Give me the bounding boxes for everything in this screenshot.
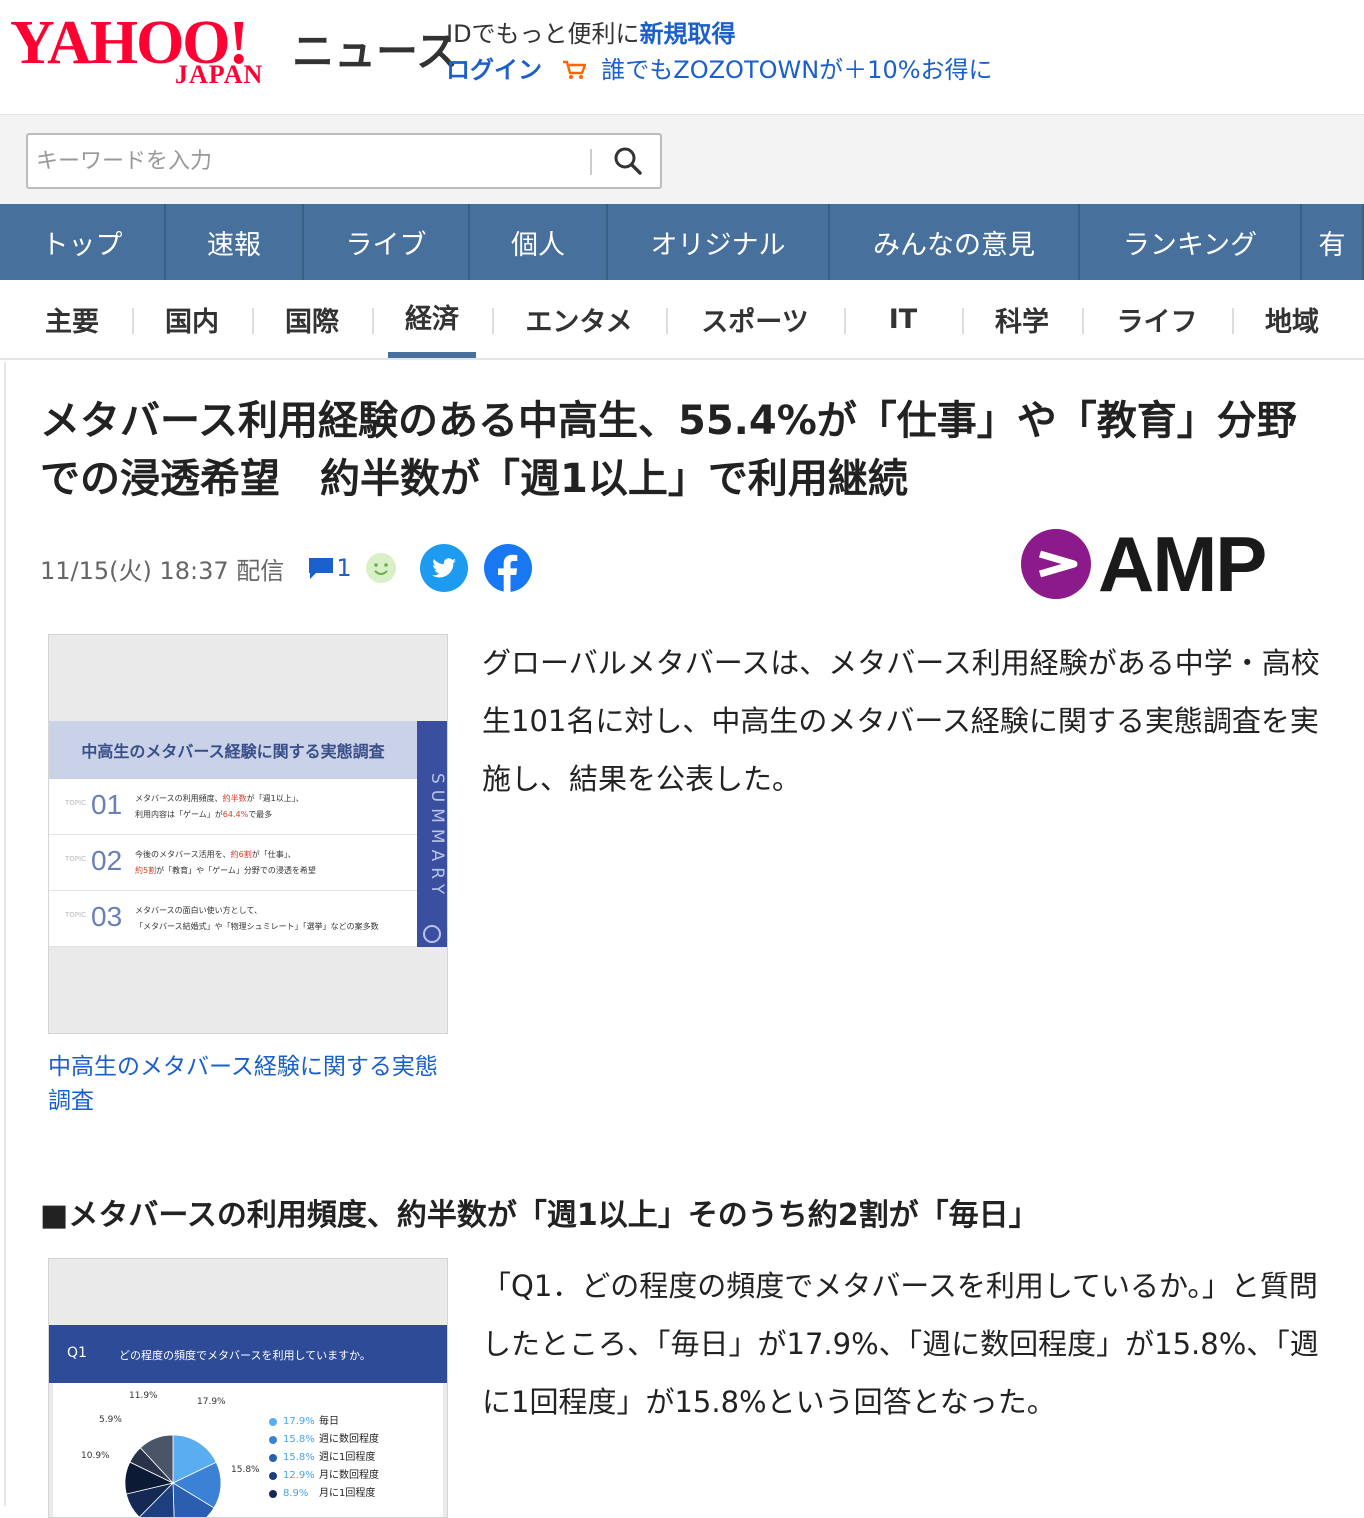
pie-label-15-8: 15.8% <box>231 1465 260 1475</box>
topic-text: 今後のメタバース活用を、約6割が「仕事」、 約5割が「教育」や「ゲーム」分野での… <box>135 850 316 875</box>
search-button[interactable] <box>603 139 653 185</box>
topic-label: TOPIC <box>65 799 86 807</box>
summary-topic: TOPIC 03 メタバースの面白い使い方として、 「メタバース結婚式」や「物理… <box>49 891 417 947</box>
topic-number: 03 <box>91 901 123 932</box>
article-paragraph-2: 「Q1．どの程度の頻度でメタバースを利用しているか。」と質問したところ、「毎日」… <box>482 1269 1319 1419</box>
signup-promo: IDでもっと便利に新規取得 <box>446 16 993 52</box>
category-divider <box>372 308 374 334</box>
news-section-title[interactable]: ニュース <box>292 18 458 79</box>
article-paragraph-1: グローバルメタバースは、メタバース利用経験がある中学・高校生101名に対し、中高… <box>482 646 1320 796</box>
nav-tab-breaking[interactable]: 速報 <box>166 204 304 280</box>
search-box <box>26 133 662 189</box>
main-nav: トップ 速報 ライブ 個人 オリジナル みんなの意見 ランキング 有 <box>0 204 1364 280</box>
pie-label-5-9: 5.9% <box>99 1415 122 1425</box>
nav-tab-individual[interactable]: 個人 <box>470 204 608 280</box>
category-tab-life[interactable]: ライフ <box>1092 280 1222 358</box>
article-headline: メタバース利用経験のある中高生、55.4%が「仕事」や「教育」分野での浸透希望 … <box>40 398 1297 502</box>
signup-link[interactable]: 新規取得 <box>640 20 736 48</box>
topic-number: 01 <box>91 789 123 820</box>
legend-item: 8.9% 月に1回程度 <box>269 1485 379 1503</box>
nav-tab-ranking[interactable]: ランキング <box>1080 204 1302 280</box>
publish-date: 11/15(火) 18:37 配信 <box>40 556 285 585</box>
smile-icon <box>365 553 396 583</box>
article-meta: 11/15(火) 18:37 配信 1 <box>40 544 532 592</box>
source-logo-amp[interactable]: AMP <box>1020 520 1290 608</box>
nav-tab-original[interactable]: オリジナル <box>608 204 830 280</box>
category-tab-science[interactable]: 科学 <box>972 280 1072 358</box>
category-divider <box>666 308 668 334</box>
legend-item: 12.9% 月に数回程度 <box>269 1467 379 1485</box>
pie-chart <box>124 1434 222 1517</box>
category-nav: 主要 国内 国際 経済 エンタメ スポーツ IT 科学 ライフ 地域 <box>0 280 1364 360</box>
article: メタバース利用経験のある中高生、55.4%が「仕事」や「教育」分野での浸透希望 … <box>4 362 1362 1518</box>
category-tab-main[interactable]: 主要 <box>22 280 122 358</box>
amp-logo-text: AMP <box>1098 519 1267 608</box>
login-row: ログイン 誰でもZOZOTOWNが＋10%お得に <box>446 52 993 88</box>
topic-label: TOPIC <box>65 855 86 863</box>
topic-number: 02 <box>91 845 123 876</box>
chart-legend: 17.9% 毎日 15.8% 週に数回程度 15.8% 週に1回程度 12.9% 月に数… <box>269 1413 379 1503</box>
category-tab-region[interactable]: 地域 <box>1242 280 1342 358</box>
summary-figure[interactable]: 中高生のメタバース経験に関する実態調査 TOPIC 01 メタバースの利用頻度、… <box>48 634 448 1034</box>
yahoo-japan-logo[interactable]: YAHOO! JAPAN <box>10 12 290 92</box>
category-tab-international[interactable]: 国際 <box>262 280 362 358</box>
q1-question: どの程度の頻度でメタバースを利用していますか。 <box>119 1349 371 1362</box>
category-divider <box>1232 308 1234 334</box>
twitter-share-icon[interactable] <box>419 544 468 592</box>
logo-japan-text: JAPAN <box>175 60 264 89</box>
comment-count: 1 <box>336 554 352 582</box>
summary-card-title: 中高生のメタバース経験に関する実態調査 <box>49 721 417 779</box>
category-divider <box>844 308 846 334</box>
summary-topic: TOPIC 01 メタバースの利用頻度、約半数が「週1以上」、 利用内容は「ゲー… <box>49 779 417 835</box>
category-tab-domestic[interactable]: 国内 <box>142 280 242 358</box>
summary-side-label: SUMMARY <box>417 721 447 947</box>
q1-chart-figure[interactable]: Q1 どの程度の頻度でメタバースを利用していますか。 11.9% 17.9% 5… <box>48 1258 448 1518</box>
nav-tab-top[interactable]: トップ <box>0 204 166 280</box>
legend-item: 15.8% 週に数回程度 <box>269 1431 379 1449</box>
category-tab-sports[interactable]: スポーツ <box>676 280 834 358</box>
q1-number: Q1 <box>67 1345 87 1361</box>
q1-chart-body: 11.9% 17.9% 5.9% 10.9% 15.8% 17.9% 毎日 15.… <box>53 1383 443 1517</box>
topic-label: TOPIC <box>65 911 86 919</box>
cart-icon <box>562 60 586 79</box>
amp-play-icon <box>1021 529 1091 599</box>
summary-topic: TOPIC 02 今後のメタバース活用を、約6割が「仕事」、 約5割が「教育」や… <box>49 835 417 891</box>
category-tab-economy[interactable]: 経済 <box>388 280 476 358</box>
pie-label-17-9: 17.9% <box>197 1397 226 1407</box>
legend-item: 17.9% 毎日 <box>269 1413 379 1431</box>
summary-card: 中高生のメタバース経験に関する実態調査 TOPIC 01 メタバースの利用頻度、… <box>49 721 417 947</box>
q1-header: Q1 どの程度の頻度でメタバースを利用していますか。 <box>49 1325 447 1383</box>
legend-item: 15.8% 週に1回程度 <box>269 1449 379 1467</box>
nav-tab-more[interactable]: 有 <box>1302 204 1364 280</box>
topic-text: メタバースの利用頻度、約半数が「週1以上」、 利用内容は「ゲーム」が64.4%で… <box>135 794 304 819</box>
comment-link[interactable]: 1 <box>306 554 352 582</box>
section-heading: ■メタバースの利用頻度、約半数が「週1以上」そのうち約2割が「毎日」 <box>40 1198 1039 1233</box>
search-divider <box>590 149 592 175</box>
category-divider <box>132 308 134 334</box>
summary-dot-icon <box>423 925 441 943</box>
zozo-promo-link[interactable]: 誰でもZOZOTOWNが＋10%お得に <box>601 56 992 84</box>
category-divider <box>1082 308 1084 334</box>
search-icon <box>614 147 642 175</box>
figure-caption-link[interactable]: 中高生のメタバース経験に関する実態調査 <box>48 1050 448 1118</box>
login-link[interactable]: ログイン <box>446 56 542 84</box>
nav-tab-live[interactable]: ライブ <box>304 204 470 280</box>
category-divider <box>962 308 964 334</box>
nav-tab-opinions[interactable]: みんなの意見 <box>830 204 1080 280</box>
search-input[interactable] <box>36 143 576 179</box>
topic-text: メタバースの面白い使い方として、 「メタバース結婚式」や「物理シュミレート」「選… <box>135 906 379 931</box>
category-divider <box>252 308 254 334</box>
search-band <box>0 114 1364 204</box>
category-tab-it[interactable]: IT <box>854 280 952 358</box>
pie-label-11-9: 11.9% <box>129 1391 158 1401</box>
facebook-share-icon[interactable] <box>483 544 532 592</box>
site-header: YAHOO! JAPAN ニュース IDでもっと便利に新規取得 ログイン 誰でも… <box>0 0 1364 114</box>
comment-icon <box>309 558 334 579</box>
signup-promo-text: IDでもっと便利に <box>446 20 640 48</box>
pie-label-10-9: 10.9% <box>81 1451 110 1461</box>
category-divider <box>492 308 494 334</box>
login-area: IDでもっと便利に新規取得 ログイン 誰でもZOZOTOWNが＋10%お得に <box>446 16 993 88</box>
category-tab-entertainment[interactable]: エンタメ <box>502 280 656 358</box>
